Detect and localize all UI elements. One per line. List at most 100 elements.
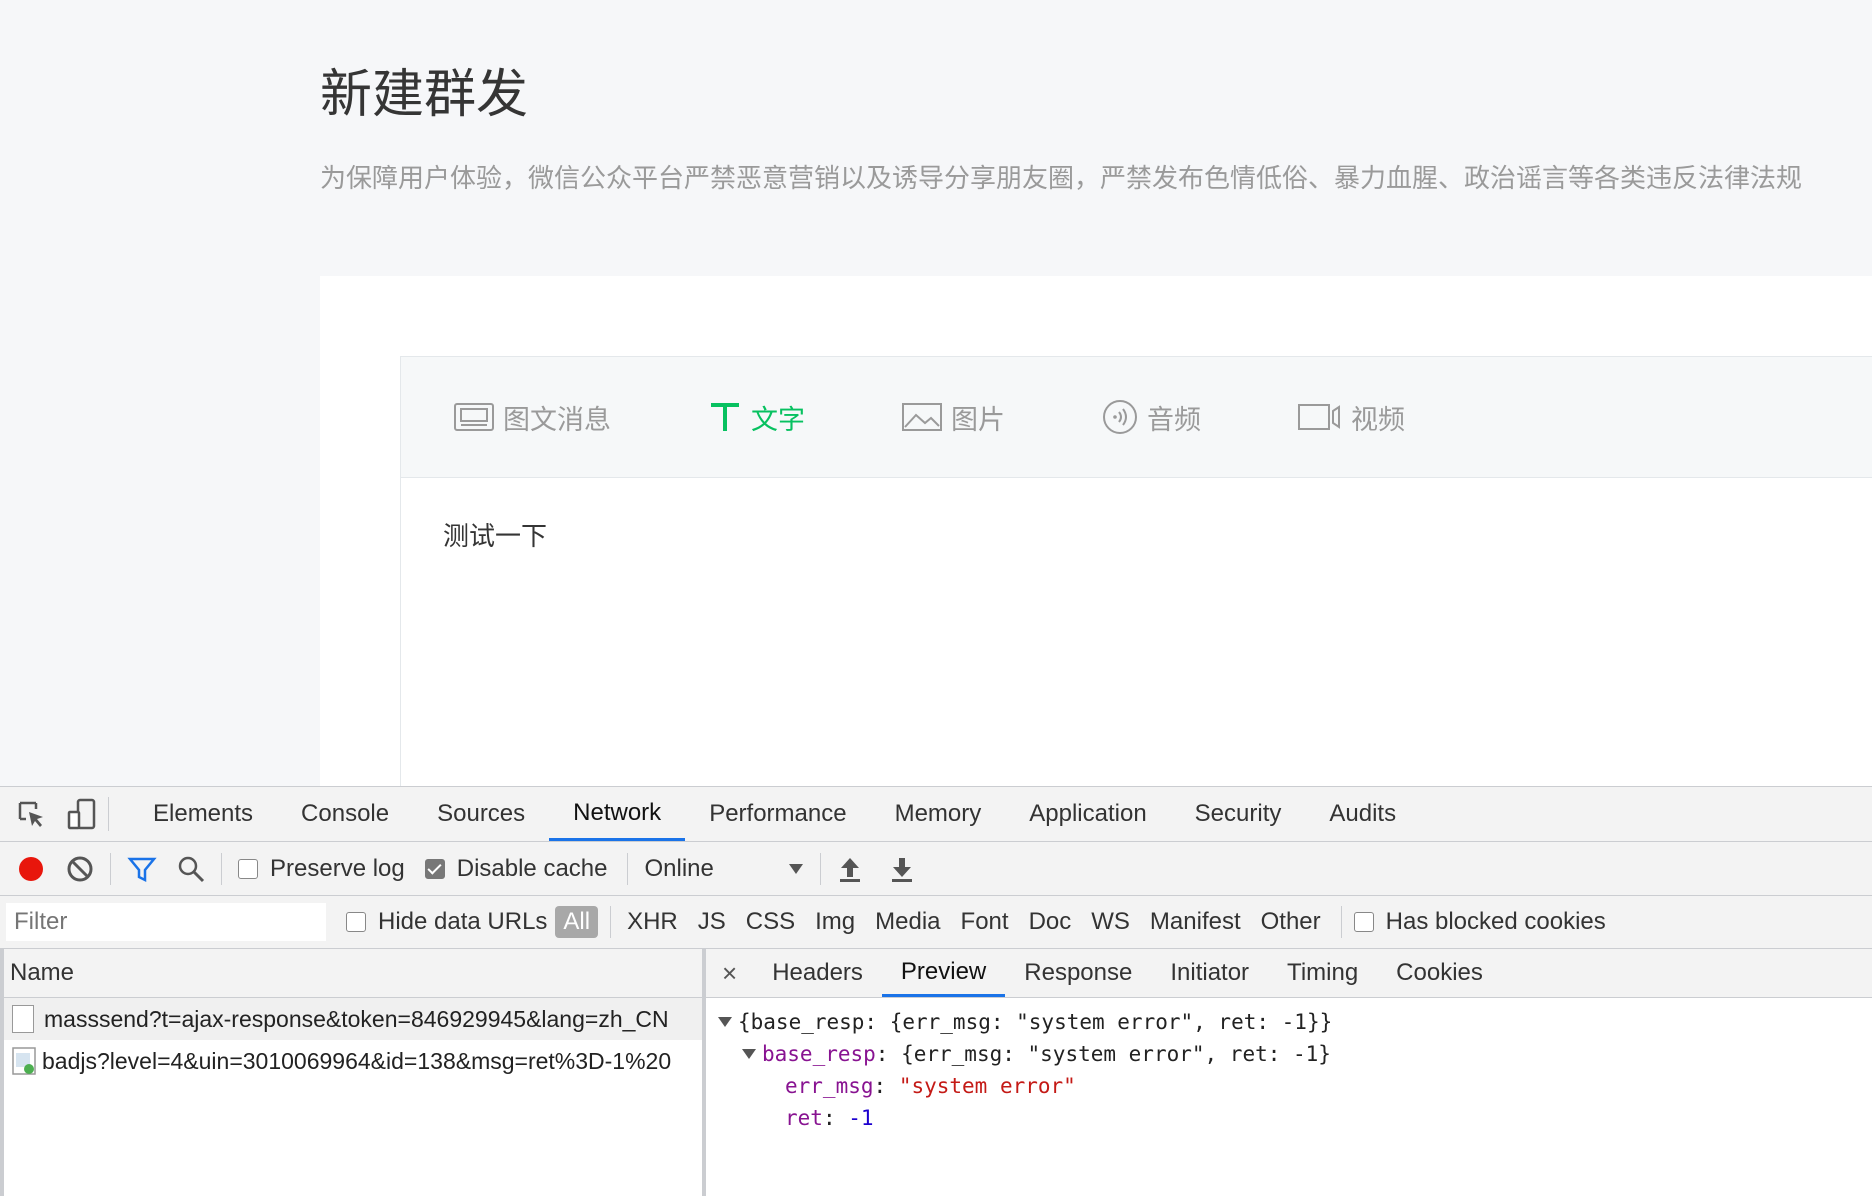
image-file-icon xyxy=(12,1047,36,1075)
tab-news-label: 图文消息 xyxy=(503,404,611,435)
request-detail: × Headers Preview Response Initiator Tim… xyxy=(706,949,1872,1196)
tab-headers[interactable]: Headers xyxy=(753,949,882,997)
dropdown-arrow-icon xyxy=(789,863,804,874)
tab-video-label: 视频 xyxy=(1351,404,1405,435)
preserve-log-label: Preserve log xyxy=(270,854,405,882)
clear-icon[interactable] xyxy=(66,855,94,883)
json-key-ret: ret xyxy=(785,1106,823,1130)
text-icon xyxy=(711,403,739,431)
json-err-msg-line: err_msg: "system error" xyxy=(785,1074,1076,1098)
json-root: {base_resp: {err_msg: "system error", re… xyxy=(738,1010,1333,1034)
json-ret-line: ret: -1 xyxy=(785,1106,874,1130)
type-filter-css[interactable]: CSS xyxy=(738,906,803,938)
request-row[interactable]: badjs?level=4&uin=3010069964&id=138&msg=… xyxy=(4,1040,702,1082)
type-filter-other[interactable]: Other xyxy=(1253,906,1329,938)
network-toolbar: Preserve log Disable cache Online xyxy=(0,842,1872,896)
audio-icon xyxy=(1103,400,1137,434)
tab-timing[interactable]: Timing xyxy=(1268,949,1377,997)
type-filter-xhr[interactable]: XHR xyxy=(619,906,686,938)
hide-data-urls-label: Hide data URLs xyxy=(378,908,548,935)
message-editor: 图文消息 文字 图片 音频 视频 测试一下 xyxy=(400,356,1872,818)
preserve-log-checkbox[interactable] xyxy=(238,858,258,879)
blocked-cookies-label: Has blocked cookies xyxy=(1385,908,1606,935)
type-filter-img[interactable]: Img xyxy=(807,906,863,938)
expand-triangle-icon[interactable] xyxy=(718,1017,732,1027)
json-preview: {base_resp: {err_msg: "system error", re… xyxy=(706,998,1872,1134)
type-filter-js[interactable]: JS xyxy=(690,906,734,938)
blocked-cookies-checkbox[interactable] xyxy=(1353,912,1374,932)
tab-initiator[interactable]: Initiator xyxy=(1151,949,1268,997)
tab-application[interactable]: Application xyxy=(1005,787,1170,841)
news-icon xyxy=(454,403,494,431)
tab-audits[interactable]: Audits xyxy=(1305,787,1420,841)
json-root-line[interactable]: {base_resp: {err_msg: "system error", re… xyxy=(706,1006,1872,1038)
hide-data-urls-checkbox[interactable] xyxy=(346,912,366,932)
video-icon xyxy=(1298,404,1340,430)
inspect-element-icon[interactable] xyxy=(16,799,46,829)
device-toolbar-icon[interactable] xyxy=(66,798,98,830)
image-icon xyxy=(902,403,942,431)
type-filter-manifest[interactable]: Manifest xyxy=(1142,906,1249,938)
page-description: 为保障用户体验，微信公众平台严禁恶意营销以及诱导分享朋友圈，严禁发布色情低俗、暴… xyxy=(320,163,1803,193)
tab-response[interactable]: Response xyxy=(1005,949,1151,997)
disable-cache-toggle[interactable]: Disable cache xyxy=(424,854,608,883)
tab-network[interactable]: Network xyxy=(549,787,686,841)
disable-cache-checkbox[interactable] xyxy=(424,858,445,879)
json-key-base-resp: base_resp xyxy=(762,1042,876,1066)
type-filter-font[interactable]: Font xyxy=(953,906,1017,938)
message-text-area[interactable]: 测试一下 xyxy=(401,478,1872,591)
export-har-icon[interactable] xyxy=(889,855,915,883)
tab-image[interactable]: 图片 xyxy=(901,398,1005,437)
throttle-select[interactable]: Online xyxy=(644,855,804,883)
tab-cookies[interactable]: Cookies xyxy=(1377,949,1502,997)
preserve-log-toggle[interactable]: Preserve log xyxy=(238,855,405,883)
request-row[interactable]: masssend?t=ajax-response&token=846929945… xyxy=(4,998,702,1040)
tab-text[interactable]: 文字 xyxy=(707,398,805,437)
tab-performance[interactable]: Performance xyxy=(685,787,870,841)
network-filterbar: Hide data URLs All XHR JS CSS Img Media … xyxy=(0,896,1872,949)
tab-image-label: 图片 xyxy=(951,404,1005,435)
tab-sources[interactable]: Sources xyxy=(413,787,549,841)
name-column-header[interactable]: Name xyxy=(4,949,702,998)
type-filter-all[interactable]: All xyxy=(555,906,599,938)
tab-console[interactable]: Console xyxy=(277,787,413,841)
filter-icon[interactable] xyxy=(127,855,157,883)
record-icon[interactable] xyxy=(16,854,46,884)
network-main: Name masssend?t=ajax-response&token=8469… xyxy=(0,949,1872,1196)
type-filter-ws[interactable]: WS xyxy=(1083,906,1138,938)
json-ret-value: -1 xyxy=(848,1106,874,1130)
json-base-resp-line[interactable]: base_resp: {err_msg: "system error", ret… xyxy=(706,1038,1872,1070)
search-icon[interactable] xyxy=(177,855,205,883)
json-key-err-msg: err_msg xyxy=(785,1074,874,1098)
devtools-panel: Elements Console Sources Network Perform… xyxy=(0,786,1872,1196)
type-filter-media[interactable]: Media xyxy=(867,906,948,938)
tab-news[interactable]: 图文消息 xyxy=(453,398,611,437)
tab-memory[interactable]: Memory xyxy=(871,787,1006,841)
tab-security[interactable]: Security xyxy=(1171,787,1306,841)
close-detail-icon[interactable]: × xyxy=(706,949,753,997)
page-title: 新建群发 xyxy=(320,66,529,124)
throttle-value: Online xyxy=(644,854,714,882)
document-icon xyxy=(12,1005,34,1033)
request-name: masssend?t=ajax-response&token=846929945… xyxy=(44,1005,669,1032)
expand-triangle-icon[interactable] xyxy=(742,1049,756,1059)
tab-preview[interactable]: Preview xyxy=(881,949,1006,997)
editor-tabs: 图文消息 文字 图片 音频 视频 xyxy=(401,357,1872,478)
detail-tabbar: × Headers Preview Response Initiator Tim… xyxy=(706,949,1872,998)
hide-data-urls-toggle[interactable]: Hide data URLs xyxy=(346,908,547,936)
disable-cache-label: Disable cache xyxy=(456,854,608,882)
request-name: badjs?level=4&uin=3010069964&id=138&msg=… xyxy=(42,1047,672,1074)
tab-audio-label: 音频 xyxy=(1147,404,1201,435)
tab-video[interactable]: 视频 xyxy=(1297,398,1405,437)
blocked-cookies-toggle[interactable]: Has blocked cookies xyxy=(1353,908,1606,936)
request-list: Name masssend?t=ajax-response&token=8469… xyxy=(0,949,706,1196)
import-har-icon[interactable] xyxy=(837,855,863,883)
tab-audio[interactable]: 音频 xyxy=(1101,398,1201,437)
type-filter-doc[interactable]: Doc xyxy=(1021,906,1080,938)
filter-input[interactable] xyxy=(6,903,326,941)
devtools-tabbar: Elements Console Sources Network Perform… xyxy=(0,787,1872,842)
json-err-msg-value: "system error" xyxy=(898,1074,1076,1098)
tab-text-label: 文字 xyxy=(751,404,805,435)
json-base-resp-value: : {err_msg: "system error", ret: -1} xyxy=(875,1042,1331,1066)
tab-elements[interactable]: Elements xyxy=(129,787,277,841)
